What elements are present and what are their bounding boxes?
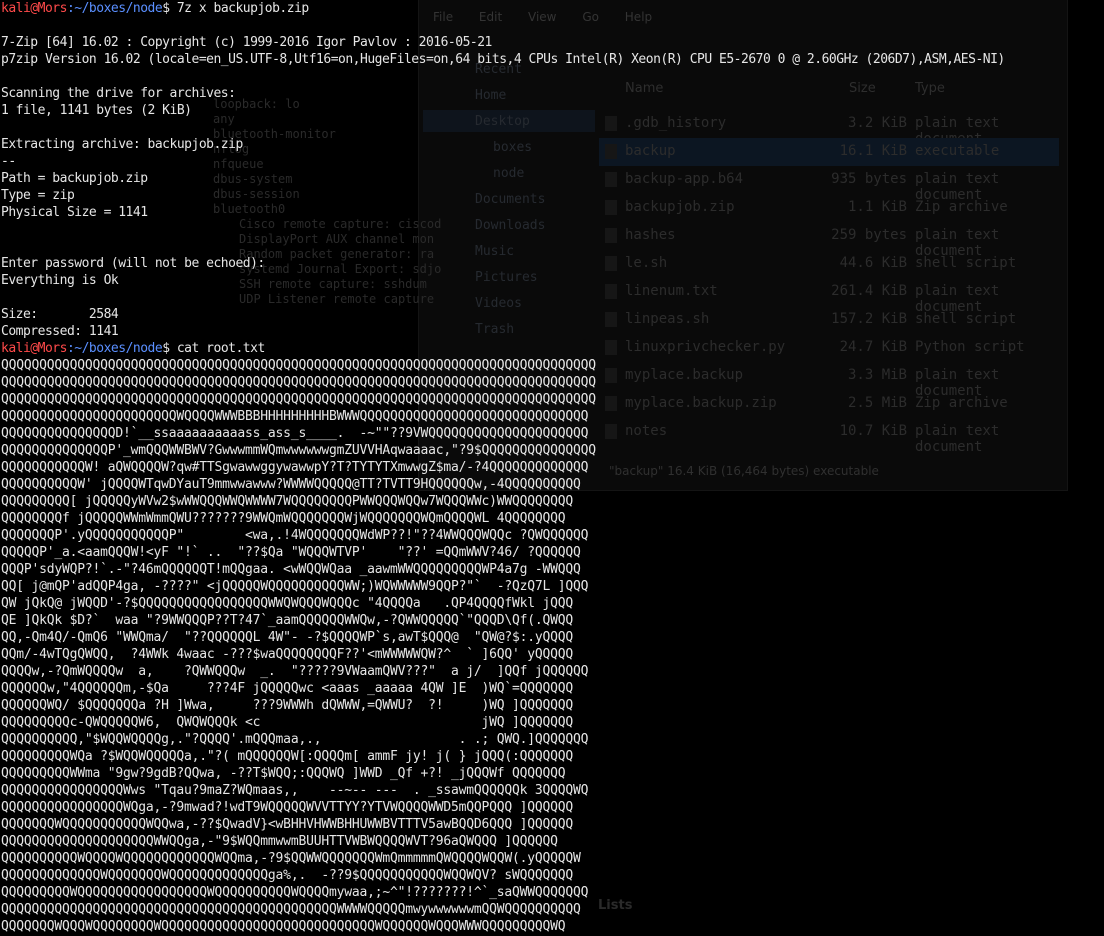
ascii-art-row: QQQQw,-?QmWQQQQw a, ?QWWQQQw _. "?????9V… xyxy=(1,664,589,679)
terminal-output-line: Compressed: 1141 xyxy=(1,324,119,339)
terminal-prompt-line: kali@Mors:~/boxes/node$ 7z x backupjob.z… xyxy=(0,0,1104,17)
terminal-lines: kali@Mors:~/boxes/node$ 7z x backupjob.z… xyxy=(0,0,1104,357)
ascii-art-row: QQQQQQQQQQQQQQQQQQQQQQQQQQQQQQQQQQQQQQQQ… xyxy=(1,392,596,407)
terminal-output-line: 1 file, 1141 bytes (2 KiB) xyxy=(1,103,192,118)
ascii-art-row: QQQQQQQQQQQQQWQQQQQQQWQQQQQQQQQQQQQga%,.… xyxy=(1,868,573,883)
ascii-art-row: QQQQQQWQ/ $QQQQQQQa ?H ]Wwa, ???9WWWh dQ… xyxy=(1,698,573,713)
terminal-output[interactable]: kali@Mors:~/boxes/node$ 7z x backupjob.z… xyxy=(0,0,1104,936)
ascii-art-row: QQQQQQQQQQQQQQQQQQQQQQQQQQQQQQQQQQQQQQQQ… xyxy=(1,358,596,373)
ascii-art-row: QQQQQQQQQQQQQQQQWQga,-?9mwad?!wdT9WQQQQQ… xyxy=(1,800,573,815)
ascii-art-row: QW jQkQ@ jWQQD'-?$QQQQQQQQQQQQQQQQQWWQWQ… xyxy=(1,596,573,611)
ascii-art-row: QQm/-4wTQgQWQQ, ?4WWk 4waac -???$waQQQQQ… xyxy=(1,647,573,662)
ascii-art-row: QQQQQQQWQQQWQQQQQQQQWQQQQQQQQQQQQQQQQQQQ… xyxy=(1,919,566,934)
ascii-art-row: QQQQQQQP'.yQQQQQQQQQQQP" <wa,.!4WQQQQQQQ… xyxy=(1,528,589,543)
ascii-art-row: QQQQQQQQQQQQQQQQQQQQQQQWQQQQWWWBBBHHHHHH… xyxy=(1,409,589,424)
terminal-output-line: Physical Size = 1141 xyxy=(1,205,148,220)
ascii-art-row: QQ,-Qm4Q/-QmQ6 "WWQma/ "??QQQQQQL 4W"- -… xyxy=(1,630,573,645)
root-flag-ascii-art: QQQQQQQQQQQQQQQQQQQQQQQQQQQQQQQQQQQQQQQQ… xyxy=(0,357,1104,935)
ascii-art-row: QQQQQQw,"4QQQQQQm,-$Qa ???4F jQQQQQwc <a… xyxy=(1,681,573,696)
ascii-art-row: QQQQQQQQQc-QWQQQQQW6, QWQWQQQk <c jWQ ]Q… xyxy=(1,715,573,730)
prompt-dollar: $ xyxy=(162,1,177,16)
ascii-art-row: QE ]QkQk $D?` waa "?9WWQQQP??T?47`_aamQQ… xyxy=(1,613,573,628)
ascii-art-row: QQQQQQQQQWQQQQQQQQQQQQQQQQQWQQQQQQQQQQWQ… xyxy=(1,885,589,900)
terminal-output-line: Scanning the drive for archives: xyxy=(1,86,236,101)
ascii-art-row: QQQQQQQQQQW' jQQQQWTqwDYauT9mmwwawww?WWW… xyxy=(1,477,581,492)
terminal-output-line: Everything is Ok xyxy=(1,273,119,288)
terminal-prompt-line: kali@Mors:~/boxes/node$ cat root.txt xyxy=(0,340,1104,357)
ascii-art-row: QQ[ j@mQP'adQQP4ga, -????" <jQQQQQWQQQQQ… xyxy=(1,579,589,594)
ascii-art-row: QQQQQQQQQQQQQQQD!`__ssaaaaaaaaaass_ass_s… xyxy=(1,426,589,441)
ascii-art-row: QQQQQQQQQQQQQQP'_wmQQQWWBWV?GwwwmmWQmwww… xyxy=(1,443,596,458)
terminal-output-line: -- xyxy=(1,154,16,169)
prompt-user-host: kali@Mors xyxy=(1,341,67,356)
prompt-path: :~/boxes/node xyxy=(66,341,163,356)
ascii-art-row: QQQQQQQQQQWQQQQWQQQQQQQQQQQQWQQma,-?9$QQ… xyxy=(1,851,581,866)
ascii-art-row: QQQQQQQQQWQa ?$WQQWQQQQQa,."?( mQQQQQQW[… xyxy=(1,749,573,764)
terminal-output-line: Extracting archive: backupjob.zip xyxy=(1,137,243,152)
terminal-output-line: 7-Zip [64] 16.02 : Copyright (c) 1999-20… xyxy=(1,35,492,50)
prompt-path: :~/boxes/node xyxy=(66,1,163,16)
ascii-art-row: QQQQQQQQQQQQQQQQQQQQQQQQQQQQQQQQQQQQQQQQ… xyxy=(1,902,581,917)
terminal-output-line: Size: 2584 xyxy=(1,307,119,322)
ascii-art-row: QQQQQQQWQQQQQQQQQQQWQQwa,-??$QwadV}<wBHH… xyxy=(1,817,573,832)
ascii-art-row: QQQQQQQQQQQQQQQQWws "Tqau?9maZ?WQmaas,, … xyxy=(1,783,589,798)
terminal-output-line: p7zip Version 16.02 (locale=en_US.UTF-8,… xyxy=(1,52,1005,67)
ascii-art-row: QQQQQQQQQ[ jQQQQQyWVw2$wWWQQQWWQWWWW7WQQ… xyxy=(1,494,573,509)
prompt-dollar: $ xyxy=(162,341,177,356)
ascii-art-row: QQQQQQQQQWWma "9gw?9gdB?QQwa, -??T$WQQ;:… xyxy=(1,766,566,781)
ascii-art-row: QQQQQQQQQQQQQQQQQQQQWWQQga,-"9$WQQmmwwmB… xyxy=(1,834,558,849)
terminal-output-line: Type = zip xyxy=(1,188,75,203)
ascii-art-row: QQQQQQQQQQQQQQQQQQQQQQQQQQQQQQQQQQQQQQQQ… xyxy=(1,375,596,390)
ascii-art-row: QQQQQQQQQQQW! aQWQQQQW?qw#TTSgwawwggywaw… xyxy=(1,460,589,475)
terminal-output-line: Enter password (will not be echoed): xyxy=(1,256,265,271)
ascii-art-row: QQQQQQQQQQ,"$WQQWQQQQg,."?QQQQ'.mQQQmaa,… xyxy=(1,732,589,747)
ascii-art-row: QQQP'sdyWQP?!`.-"?46mQQQQQQT!mQQgaa. <wW… xyxy=(1,562,581,577)
terminal-output-line: Path = backupjob.zip xyxy=(1,171,148,186)
ascii-art-row: QQQQQP'_a.<aamQQQW!<yF "!` .. "??$Qa "WQ… xyxy=(1,545,581,560)
ascii-art-row: QQQQQQQQf jQQQQQWWmWmmQWU???????9WWQmWQQ… xyxy=(1,511,566,526)
typed-command: cat root.txt xyxy=(176,341,265,356)
prompt-user-host: kali@Mors xyxy=(1,1,67,16)
typed-command: 7z x backupjob.zip xyxy=(176,1,309,16)
